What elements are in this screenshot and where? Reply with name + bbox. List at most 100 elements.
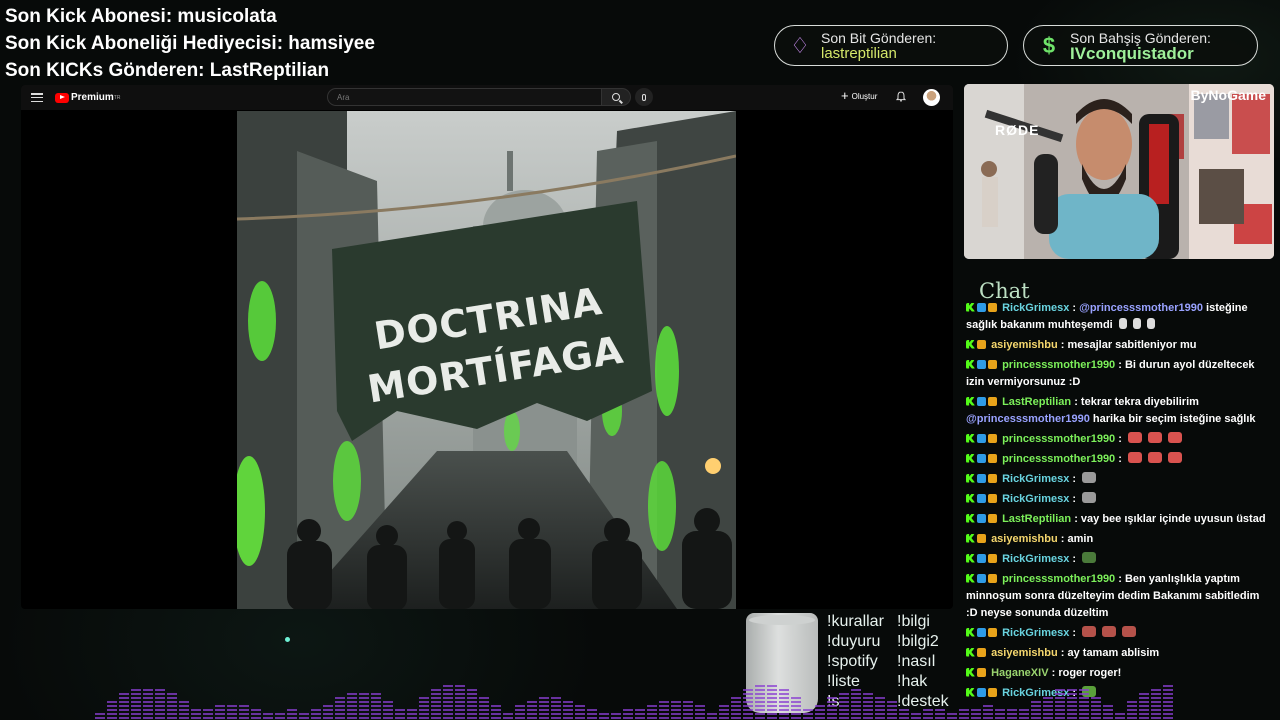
visualizer-segment <box>671 701 681 703</box>
visualizer-segment <box>1055 697 1065 699</box>
chat-text: vay bee ışıklar içinde uyusun üstad <box>1080 512 1266 525</box>
hamburger-menu-icon[interactable] <box>31 93 43 102</box>
voice-search-button[interactable] <box>635 88 653 106</box>
chat-username[interactable]: RickGrimesx <box>1002 553 1069 565</box>
chat-username[interactable]: asiyemishbu <box>991 339 1058 351</box>
visualizer-segment <box>155 717 165 719</box>
visualizer-segment <box>455 685 465 687</box>
visualizer-segment <box>671 705 681 707</box>
visualizer-segment <box>1139 705 1149 707</box>
chat-username[interactable]: princesssmother1990 <box>1002 433 1115 445</box>
visualizer-segment <box>659 709 669 711</box>
video-frame-image: DOCTRINA MORTÍFAGA <box>237 111 736 609</box>
visualizer-segment <box>167 705 177 707</box>
visualizer-segment <box>863 717 873 719</box>
kick-badge-icon <box>966 453 975 463</box>
visualizer-segment <box>671 713 681 715</box>
chat-mention[interactable]: @princesssmother1990 <box>1079 302 1203 314</box>
visualizer-segment <box>995 709 1005 711</box>
search-button[interactable] <box>601 88 631 106</box>
bits-badge-title: Son Bit Gönderen: <box>821 29 937 46</box>
visualizer-segment <box>599 717 609 719</box>
chat-username[interactable]: LastReptilian <box>1002 396 1071 408</box>
emote-icon <box>1102 625 1117 637</box>
visualizer-segment <box>659 713 669 715</box>
visualizer-segment <box>803 717 813 719</box>
visualizer-segment <box>803 709 813 711</box>
visualizer-segment <box>659 717 669 719</box>
visualizer-segment <box>1067 697 1077 699</box>
visualizer-segment <box>1163 701 1173 703</box>
gifter-badge-icon <box>988 573 997 583</box>
chat-text-2: harika bir seçim isteğine sağlık <box>1092 412 1256 425</box>
visualizer-segment <box>1079 713 1089 715</box>
visualizer-segment <box>563 701 573 703</box>
chat-username[interactable]: princesssmother1990 <box>1002 453 1115 465</box>
visualizer-segment <box>1043 713 1053 715</box>
visualizer-segment <box>1151 709 1161 711</box>
visualizer-segment <box>155 697 165 699</box>
visualizer-segment <box>455 693 465 695</box>
visualizer-segment <box>767 705 777 707</box>
chat-username[interactable]: princesssmother1990 <box>1002 359 1115 371</box>
visualizer-segment <box>467 705 477 707</box>
visualizer-segment <box>467 689 477 691</box>
notifications-bell-icon[interactable] <box>896 91 906 102</box>
chat-message: RickGrimesx : <box>963 549 1275 569</box>
sub-badge-icon <box>977 493 986 503</box>
visualizer-segment <box>1163 689 1173 691</box>
visualizer-segment <box>143 705 153 707</box>
chat-username[interactable]: LastReptilian <box>1002 513 1071 525</box>
account-avatar[interactable] <box>923 89 940 106</box>
visualizer-segment <box>167 697 177 699</box>
visualizer-segment <box>767 717 777 719</box>
visualizer-segment <box>227 717 237 719</box>
visualizer-segment <box>131 709 141 711</box>
search-icon <box>612 93 620 101</box>
visualizer-segment <box>1079 697 1089 699</box>
visualizer-segment <box>719 717 729 719</box>
visualizer-segment <box>167 709 177 711</box>
sub-badge-icon <box>977 302 986 312</box>
visualizer-segment <box>491 717 501 719</box>
visualizer-segment <box>395 709 405 711</box>
webcam-feed: ByNoGame RØDE <box>964 84 1274 259</box>
chat-username[interactable]: asiyemishbu <box>991 647 1058 659</box>
visualizer-segment <box>1163 697 1173 699</box>
visualizer-segment <box>551 705 561 707</box>
visualizer-segment <box>1127 709 1137 711</box>
visualizer-segment <box>287 713 297 715</box>
visualizer-segment <box>1151 701 1161 703</box>
visualizer-segment <box>131 713 141 715</box>
visualizer-segment <box>1091 701 1101 703</box>
create-button[interactable]: + Oluştur <box>841 89 877 102</box>
chat-username[interactable]: RickGrimesx <box>1002 302 1069 314</box>
visualizer-segment <box>899 717 909 719</box>
video-player[interactable]: DOCTRINA MORTÍFAGA <box>237 111 736 609</box>
chat-mention[interactable]: @princesssmother1990 <box>966 413 1090 425</box>
emote-icon <box>1127 431 1142 443</box>
visualizer-segment <box>395 713 405 715</box>
visualizer-segment <box>419 697 429 699</box>
chat-username[interactable]: RickGrimesx <box>1002 627 1069 639</box>
chat-username[interactable]: RickGrimesx <box>1002 493 1069 505</box>
visualizer-segment <box>239 713 249 715</box>
visualizer-segment <box>959 713 969 715</box>
visualizer-segment <box>827 709 837 711</box>
visualizer-segment <box>851 689 861 691</box>
visualizer-segment <box>983 705 993 707</box>
visualizer-segment <box>347 697 357 699</box>
visualizer-segment <box>455 705 465 707</box>
chat-username[interactable]: asiyemishbu <box>991 533 1058 545</box>
chat-username[interactable]: RickGrimesx <box>1002 473 1069 485</box>
search-input[interactable]: Ara <box>327 88 619 106</box>
chat-username[interactable]: princesssmother1990 <box>1002 573 1115 585</box>
visualizer-segment <box>1055 701 1065 703</box>
visualizer-segment <box>767 697 777 699</box>
visualizer-segment <box>1151 693 1161 695</box>
visualizer-segment <box>155 705 165 707</box>
youtube-logo[interactable]: Premium TR <box>55 92 120 103</box>
visualizer-segment <box>743 713 753 715</box>
visualizer-segment <box>935 709 945 711</box>
kick-badge-icon <box>966 433 975 443</box>
